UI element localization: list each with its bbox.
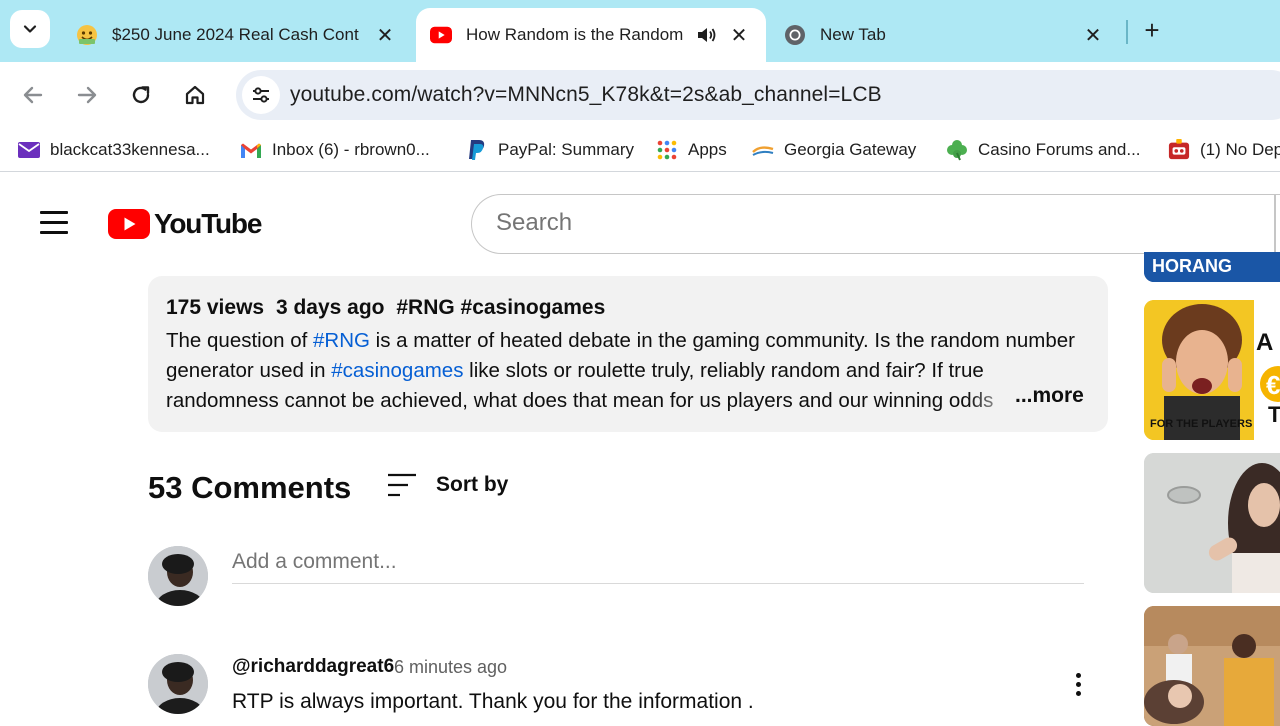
hamburger-line [40,221,68,224]
tab-youtube-video[interactable]: How Random is the Random ✕ [416,8,766,62]
hamburger-line [40,211,68,214]
forward-button[interactable] [68,76,106,114]
search-box[interactable] [471,194,1280,254]
gmail-icon [240,139,262,161]
home-button[interactable] [176,76,214,114]
comment-time[interactable]: 6 minutes ago [394,657,507,678]
avatar[interactable] [148,546,208,606]
description-text-part: The question of [166,329,314,352]
hamburger-line [40,231,68,234]
youtube-logo[interactable]: YouTube [108,208,262,240]
youtube-favicon-icon [430,24,452,46]
bookmark-apps[interactable]: Apps [656,136,727,164]
comment-input[interactable] [232,550,1072,574]
upload-age: 3 days ago [275,296,385,319]
back-button[interactable] [14,76,52,114]
speaker-icon[interactable] [694,23,718,47]
hashtag-link-rng[interactable]: #RNG [313,329,370,352]
svg-text:T: T [1268,402,1280,427]
emoji-favicon-icon [76,24,98,46]
bookmark-label: (1) No Dep [1200,140,1280,159]
view-count: 175 views [166,296,265,319]
sort-by-button[interactable]: Sort by [386,468,508,502]
guide-menu-button[interactable] [36,208,72,238]
video-thumbnail[interactable] [1144,453,1280,593]
hashtags[interactable]: #RNG #casinogames [396,296,605,319]
tab-title: How Random is the Random [466,25,684,44]
search-input[interactable] [496,209,1256,237]
svg-text:€: € [1266,370,1280,400]
georgia-gateway-icon [752,139,774,161]
comment-text: RTP is always important. Thank you for t… [232,690,754,713]
svg-text:A: A [1256,329,1273,356]
new-tab-plus-icon[interactable]: + [1138,15,1166,45]
arrow-right-icon [77,86,97,104]
tab-search-button[interactable] [10,10,50,48]
bookmark-georgia-gateway[interactable]: Georgia Gateway [752,136,916,164]
bookmark-inbox[interactable]: Inbox (6) - rbrown0... [240,136,430,164]
comment-author[interactable]: @richarddagreat6 [232,656,394,678]
svg-text:HORANG: HORANG [1152,256,1232,276]
bookmark-paypal[interactable]: PayPal: Summary [466,136,634,164]
video-thumbnail[interactable]: A € T FOR THE PLAYERS [1144,300,1280,440]
reload-icon [132,86,150,104]
tab-cash-contest[interactable]: $250 June 2024 Real Cash Cont ✕ [62,8,412,62]
search-button-edge[interactable] [1274,194,1276,254]
bookmark-label: Georgia Gateway [784,140,917,159]
chrome-icon [784,24,806,46]
youtube-play-logo-icon [108,209,150,239]
site-info-button[interactable] [242,76,280,114]
tab-close-icon[interactable]: ✕ [1080,22,1106,48]
comment-more-actions-icon[interactable] [1062,666,1094,702]
address-bar[interactable]: youtube.com/watch?v=MNNcn5_K78k&t=2s&ab_… [236,70,1280,120]
chevron-down-icon [23,25,37,33]
bookmark-no-deposit[interactable]: (1) No Dep [1168,136,1280,164]
video-description[interactable]: 175 views 3 days ago #RNG #casinogames T… [148,276,1108,432]
bookmark-label: Apps [688,140,727,159]
apps-grid-icon [656,139,678,161]
paypal-icon [466,139,488,161]
tab-new-tab[interactable]: New Tab ✕ [770,8,1120,62]
description-meta: 175 views 3 days ago #RNG #casinogames [166,296,611,320]
mail-icon [18,139,40,161]
comments-count: 53 Comments [148,470,352,505]
tab-title: New Tab [820,25,886,44]
bookmark-label: PayPal: Summary [498,140,635,159]
sort-by-label: Sort by [436,473,509,496]
bookmark-blackcat[interactable]: blackcat33kennesa... [18,136,210,164]
url-text[interactable]: youtube.com/watch?v=MNNcn5_K78k&t=2s&ab_… [290,83,882,107]
sort-icon [388,473,416,497]
tab-close-icon[interactable]: ✕ [726,22,752,48]
bookmark-label: blackcat33kennesa... [50,140,210,159]
youtube-masthead: YouTube [0,182,1280,264]
bookmark-casino-forums[interactable]: Casino Forums and... [946,136,1141,164]
youtube-logo-text: YouTube [154,208,262,239]
description-text: The question of #RNG is a matter of heat… [166,326,1096,416]
arrow-left-icon [23,86,43,104]
reload-button[interactable] [122,76,160,114]
clover-icon [946,139,968,161]
tune-icon [253,87,269,103]
home-icon [185,85,205,105]
browser-toolbar: youtube.com/watch?v=MNNcn5_K78k&t=2s&ab_… [0,62,1280,128]
hashtag-link-casinogames[interactable]: #casinogames [331,359,463,382]
video-thumbnail[interactable] [1144,606,1280,726]
thumb-caption: FOR THE PLAYERS [1150,418,1252,430]
video-thumbnail[interactable]: HORANG [1144,252,1280,282]
tab-strip: $250 June 2024 Real Cash Cont ✕ How Rand… [0,0,1280,62]
tab-close-icon[interactable]: ✕ [372,22,398,48]
tab-separator [1126,20,1128,44]
bookmarks-bar: blackcat33kennesa... Inbox (6) - rbrown0… [0,128,1280,172]
tab-title: $250 June 2024 Real Cash Cont [112,25,359,44]
avatar[interactable] [148,654,208,714]
bookmark-label: Casino Forums and... [978,140,1141,159]
show-more-button[interactable]: ...more [1001,384,1084,408]
add-comment-field[interactable] [232,546,1084,584]
bookmark-label: Inbox (6) - rbrown0... [272,140,430,159]
casino-icon [1168,139,1190,161]
